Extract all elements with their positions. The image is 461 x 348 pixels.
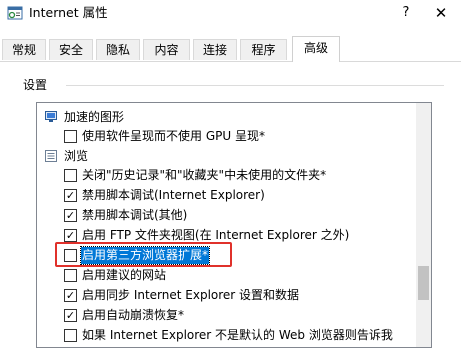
option-sync-settings[interactable]: ✓ 启用同步 Internet Explorer 设置和数据: [37, 286, 417, 305]
option-suggested-sites[interactable]: 启用建议的网站: [37, 266, 417, 285]
option-disable-script-debug-ie[interactable]: ✓ 禁用脚本调试(Internet Explorer): [37, 186, 417, 205]
checkbox-unchecked[interactable]: [64, 269, 77, 282]
tab-content[interactable]: 内容: [143, 39, 190, 60]
internet-options-icon: [7, 6, 23, 20]
category-label: 加速的图形: [64, 110, 125, 124]
group-divider: [66, 85, 444, 86]
category-label: 浏览: [64, 149, 89, 163]
option-label: 关闭"历史记录"和"收藏夹"中未使用的文件夹*: [82, 168, 327, 182]
settings-list[interactable]: 加速的图形 使用软件呈现而不使用 GPU 呈现* 浏览 关闭"历史记录"和"收藏…: [36, 102, 432, 348]
option-label: 如果 Internet Explorer 不是默认的 Web 浏览器则告诉我: [82, 328, 393, 342]
option-close-unused-folders[interactable]: 关闭"历史记录"和"收藏夹"中未使用的文件夹*: [37, 166, 417, 185]
option-default-browser-notify[interactable]: 如果 Internet Explorer 不是默认的 Web 浏览器则告诉我: [37, 326, 417, 345]
checkbox-checked[interactable]: ✓: [64, 189, 77, 202]
checkbox-checked[interactable]: ✓: [64, 309, 77, 322]
tab-divider: [0, 61, 461, 62]
checkbox-checked[interactable]: ✓: [64, 289, 77, 302]
option-disable-script-debug-other[interactable]: ✓ 禁用脚本调试(其他): [37, 206, 417, 225]
option-label: 启用自动崩溃恢复*: [82, 308, 185, 322]
option-label: 启用同步 Internet Explorer 设置和数据: [82, 288, 300, 302]
monitor-icon: [45, 111, 57, 122]
checkbox-unchecked[interactable]: [64, 130, 77, 143]
close-button[interactable]: ✕: [430, 3, 452, 23]
option-label: 启用建议的网站: [82, 268, 167, 282]
option-software-rendering[interactable]: 使用软件呈现而不使用 GPU 呈现*: [37, 127, 417, 146]
checkbox-checked[interactable]: ✓: [64, 229, 77, 242]
list-icon: [45, 150, 57, 162]
option-label: 禁用脚本调试(Internet Explorer): [82, 188, 265, 202]
category-accelerated-graphics: 加速的图形: [37, 108, 417, 127]
window-title: Internet 属性: [29, 5, 108, 20]
tab-advanced[interactable]: 高级: [292, 36, 340, 62]
help-button[interactable]: ?: [398, 3, 414, 23]
tab-privacy[interactable]: 隐私: [96, 39, 140, 60]
scrollbar-thumb[interactable]: [418, 266, 429, 300]
tab-bar: 常规 安全 隐私 内容 连接 程序 高级: [0, 34, 461, 62]
checkbox-unchecked[interactable]: [64, 169, 77, 182]
option-crash-recovery[interactable]: ✓ 启用自动崩溃恢复*: [37, 306, 417, 325]
category-browsing: 浏览: [37, 147, 417, 166]
title-bar: Internet 属性 ? ✕: [0, 0, 461, 34]
settings-group-label: 设置: [23, 78, 48, 92]
checkbox-checked[interactable]: ✓: [64, 209, 77, 222]
tab-connections[interactable]: 连接: [193, 39, 237, 60]
checkbox-unchecked[interactable]: [64, 329, 77, 342]
option-label: 使用软件呈现而不使用 GPU 呈现*: [82, 129, 265, 143]
tab-programs[interactable]: 程序: [240, 39, 287, 60]
tab-security[interactable]: 安全: [49, 39, 93, 60]
highlight-annotation-box: [55, 242, 232, 267]
vertical-scrollbar[interactable]: [416, 103, 431, 347]
option-label: 禁用脚本调试(其他): [82, 208, 188, 222]
tab-general[interactable]: 常规: [2, 39, 46, 60]
